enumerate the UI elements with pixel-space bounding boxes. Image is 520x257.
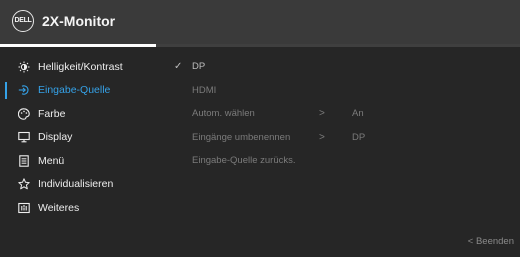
others-icon (18, 202, 30, 214)
checkmark-icon: ✓ (174, 61, 183, 72)
menu-item-display[interactable]: Display (0, 126, 160, 150)
menu-item-input-source[interactable]: Eingabe-Quelle (0, 79, 160, 103)
menu-progress-fill (0, 44, 156, 47)
osd-header: DELL 2X-Monitor (0, 0, 520, 44)
chevron-right-icon: > (319, 131, 325, 143)
submenu-item-label: DP (192, 61, 206, 73)
menu-item-others[interactable]: Weiteres (0, 196, 160, 220)
submenu-item-value: An (352, 108, 364, 120)
submenu-item-label: Autom. wählen (192, 108, 255, 120)
menu-progress-track (0, 44, 520, 47)
menu-icon (18, 155, 30, 167)
selection-indicator (5, 81, 7, 99)
submenu-item-reset-input-source[interactable]: Eingabe-Quelle zurücks. (172, 149, 520, 173)
submenu-item-auto-select[interactable]: Autom. wählen > An (172, 102, 520, 126)
star-icon (18, 178, 30, 190)
menu-item-personalize[interactable]: Individualisieren (0, 173, 160, 197)
dell-logo: DELL (12, 10, 34, 32)
menu-item-label: Individualisieren (38, 178, 114, 191)
menu-item-label: Farbe (38, 107, 66, 120)
display-icon (18, 131, 30, 143)
menu-item-label: Weiteres (38, 201, 80, 214)
submenu-item-value: DP (352, 131, 366, 143)
monitor-title: 2X-Monitor (42, 13, 116, 29)
osd-footer: < Beenden (0, 229, 520, 257)
submenu-item-dp[interactable]: ✓ DP (172, 55, 520, 79)
menu-item-color[interactable]: Farbe (0, 102, 160, 126)
submenu-item-label: HDMI (192, 84, 217, 96)
input-source-icon (18, 84, 30, 96)
submenu-item-rename-inputs[interactable]: Eingänge umbenennen > DP (172, 126, 520, 150)
menu-item-label: Display (38, 131, 73, 144)
menu-item-label: Menü (38, 154, 65, 167)
submenu-item-hdmi[interactable]: HDMI (172, 79, 520, 103)
menu-item-label: Helligkeit/Kontrast (38, 60, 123, 73)
brightness-icon (18, 61, 30, 73)
menu-item-label: Eingabe-Quelle (38, 84, 111, 97)
menu-item-menu[interactable]: Menü (0, 149, 160, 173)
submenu: ✓ DP HDMI Autom. wählen > An Eingänge um… (172, 55, 520, 173)
menu-item-brightness-contrast[interactable]: Helligkeit/Kontrast (0, 55, 160, 79)
chevron-right-icon: > (319, 108, 325, 120)
submenu-item-label: Eingänge umbenennen (192, 131, 291, 143)
osd-window: DELL 2X-Monitor Helligkeit/Kontrast Eing… (0, 0, 520, 257)
exit-button[interactable]: < Beenden (468, 236, 514, 247)
main-menu: Helligkeit/Kontrast Eingabe-Quelle Farbe… (0, 55, 160, 220)
color-icon (18, 108, 30, 120)
submenu-item-label: Eingabe-Quelle zurücks. (192, 155, 296, 167)
